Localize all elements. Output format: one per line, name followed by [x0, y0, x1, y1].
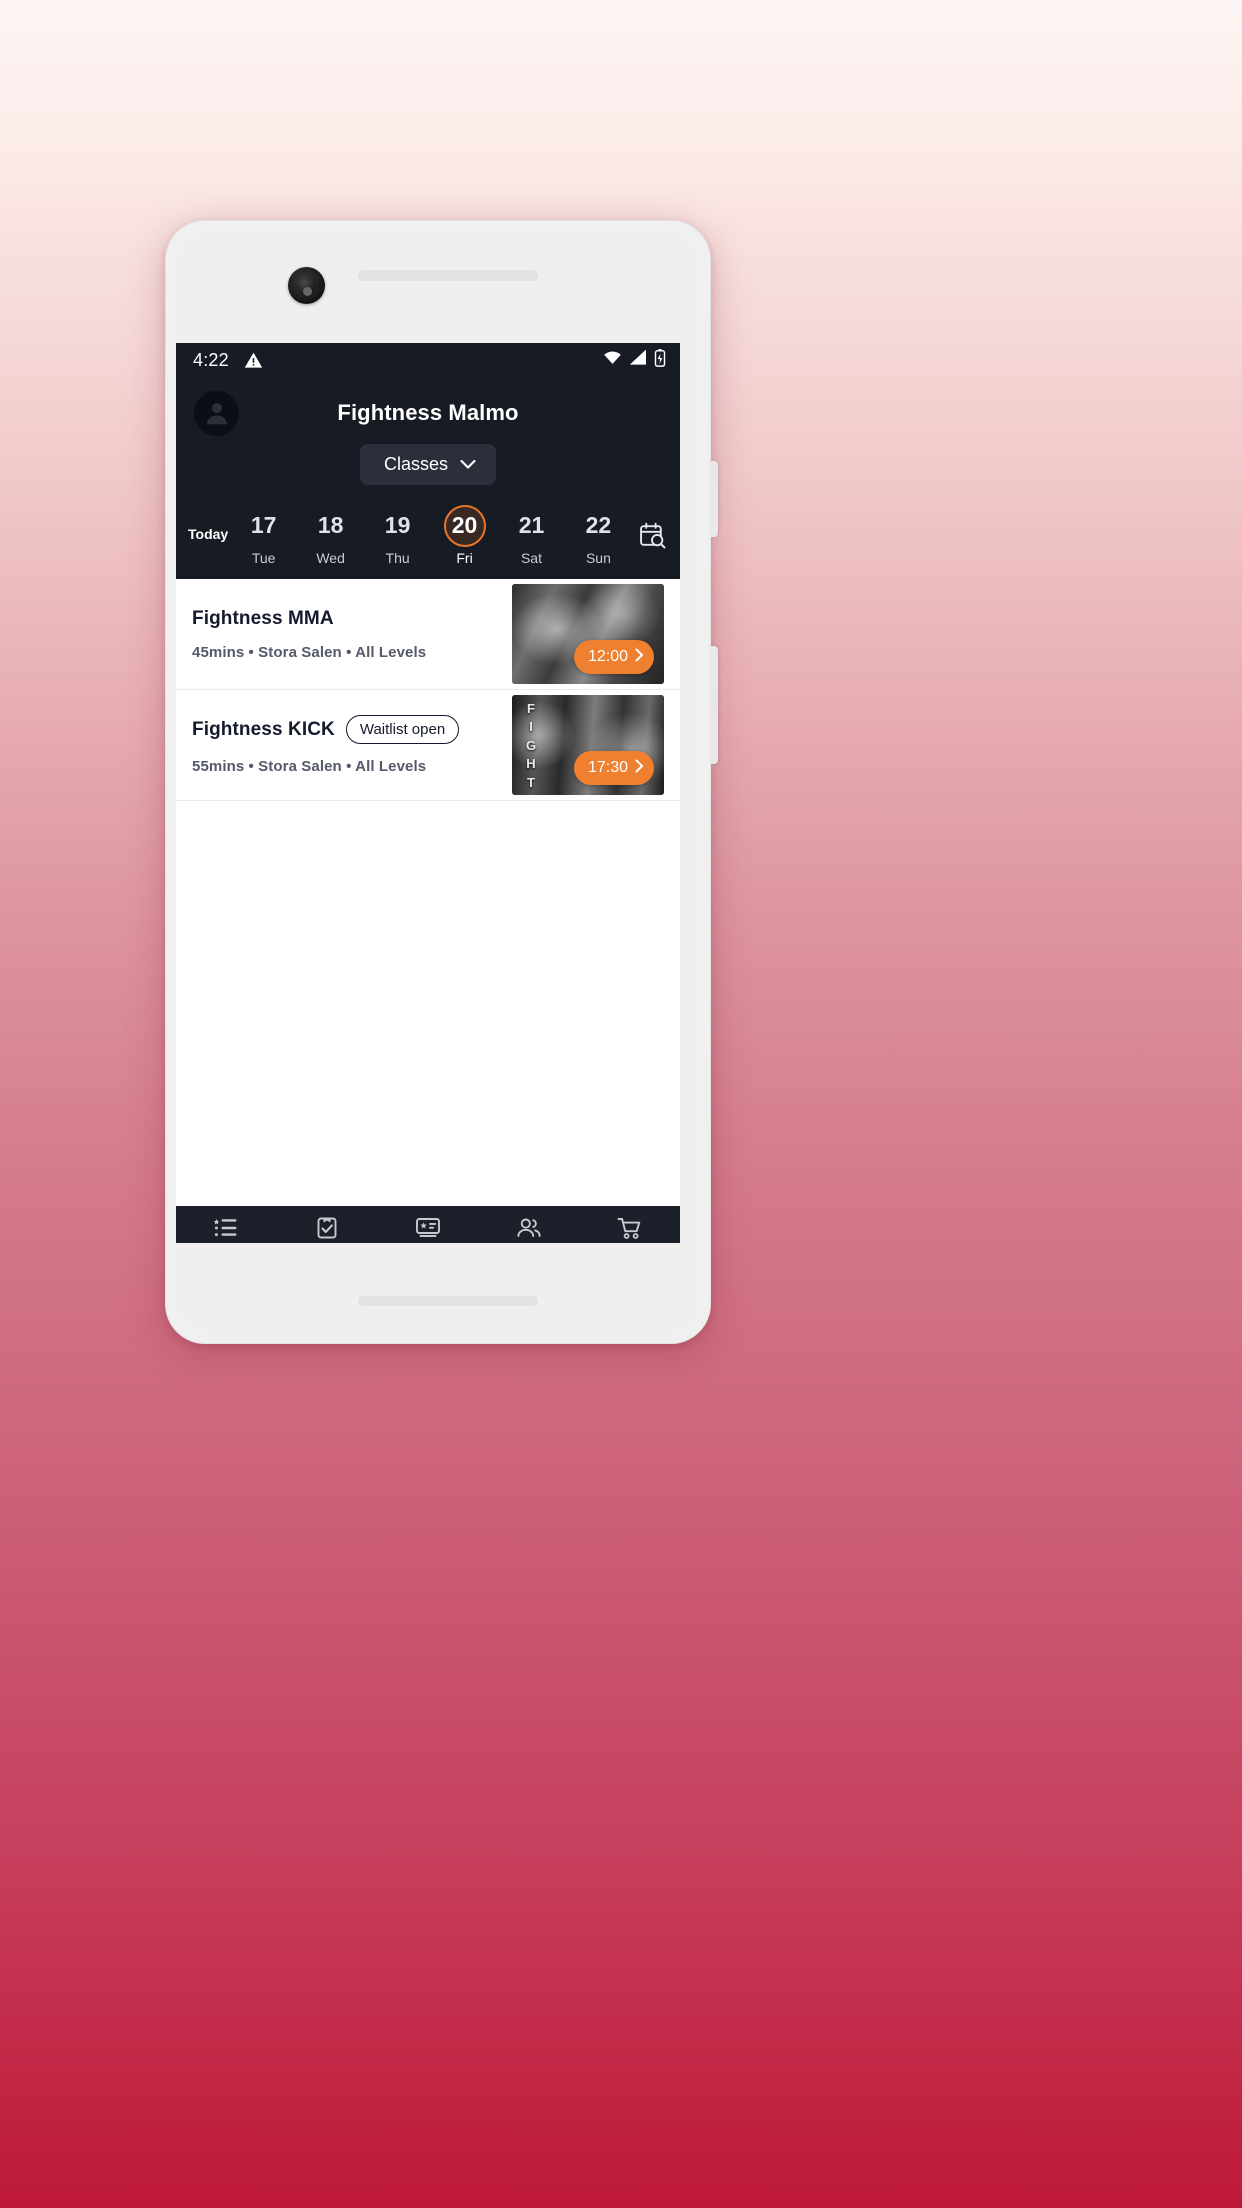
day-number: 20 — [443, 504, 486, 547]
today-label[interactable]: Today — [188, 526, 228, 544]
calendar-search-icon[interactable] — [634, 515, 670, 555]
day-weekday: Thu — [385, 549, 410, 566]
class-title: Fightness MMA — [192, 607, 334, 629]
nav-item-timetable[interactable]: Timetable — [176, 1217, 277, 1243]
day-number: 18 — [317, 512, 344, 538]
class-time-button[interactable]: 12:00 — [573, 640, 654, 674]
class-thumbnail-text: FIGHT — [525, 700, 537, 790]
class-card-kick[interactable]: Fightness KICK Waitlist open 55mins • St… — [176, 690, 680, 801]
empty-list-area — [176, 801, 680, 1206]
status-bar: 4:22 — [176, 343, 680, 377]
membership-card-icon — [415, 1217, 441, 1243]
class-info: Fightness MMA 45mins • Stora Salen • All… — [192, 608, 512, 661]
status-time: 4:22 — [193, 349, 229, 370]
nav-item-memberships[interactable]: Memberships — [378, 1217, 479, 1243]
day-weekday: Fri — [456, 549, 473, 566]
status-badge: Waitlist open — [345, 715, 460, 744]
day-number: 21 — [518, 512, 545, 538]
front-camera-icon — [288, 267, 325, 304]
clipboard-check-icon — [315, 1216, 339, 1243]
page-title: Fightness Malmo — [337, 400, 519, 425]
class-title-row: Fightness KICK Waitlist open — [192, 715, 502, 744]
app-header: Fightness Malmo Classes — [176, 377, 680, 499]
cell-signal-icon — [629, 349, 647, 370]
day-number: 22 — [585, 512, 612, 538]
chevron-right-icon — [635, 648, 644, 667]
day-item-18[interactable]: 18 Wed — [304, 505, 358, 566]
class-title-row: Fightness MMA — [192, 608, 502, 630]
class-title: Fightness KICK — [192, 718, 335, 740]
day-item-19[interactable]: 19 Thu — [371, 505, 425, 566]
nav-item-bookings[interactable]: Bookings — [277, 1216, 378, 1243]
day-item-21[interactable]: 21 Sat — [504, 505, 558, 566]
app-screen: 4:22 Fightness Malmo Classes Today 17 Tu… — [176, 343, 680, 1243]
people-icon — [516, 1217, 542, 1243]
filter-row: Classes — [176, 444, 680, 499]
class-thumbnail[interactable]: 12:00 — [512, 584, 664, 684]
day-weekday: Sun — [585, 549, 611, 566]
class-info: Fightness KICK Waitlist open 55mins • St… — [192, 715, 512, 775]
class-subtitle: 45mins • Stora Salen • All Levels — [192, 643, 427, 661]
phone-bezel: 4:22 Fightness Malmo Classes Today 17 Tu… — [176, 231, 702, 1335]
chevron-down-icon — [460, 454, 476, 475]
person-avatar-icon — [206, 403, 227, 425]
bottom-speaker-grille — [358, 1296, 538, 1306]
volume-button[interactable] — [710, 646, 718, 764]
class-list: Fightness MMA 45mins • Stora Salen • All… — [176, 579, 680, 1206]
day-weekday: Sat — [520, 549, 542, 566]
day-weekday: Tue — [251, 549, 276, 566]
day-number: 17 — [250, 512, 277, 538]
list-star-icon — [213, 1217, 239, 1243]
classes-filter-dropdown[interactable]: Classes — [359, 444, 497, 485]
header-top-row: Fightness Malmo — [176, 382, 680, 444]
classes-filter-label: Classes — [383, 454, 449, 474]
status-icons — [603, 348, 666, 372]
warning-triangle-icon — [244, 351, 263, 370]
day-weekday: Wed — [316, 549, 345, 566]
day-item-20-selected[interactable]: 20 Fri — [438, 504, 492, 566]
day-number: 19 — [384, 512, 411, 538]
class-time-label: 17:30 — [587, 759, 628, 776]
nav-item-store[interactable]: Store — [579, 1217, 680, 1244]
power-button[interactable] — [710, 461, 718, 537]
phone-device: 4:22 Fightness Malmo Classes Today 17 Tu… — [165, 220, 718, 1344]
class-subtitle: 55mins • Stora Salen • All Levels — [192, 758, 427, 775]
class-time-label: 12:00 — [587, 648, 628, 665]
earpiece-speaker — [358, 270, 538, 281]
day-item-17[interactable]: 17 Tue — [237, 505, 291, 566]
battery-charging-icon — [654, 348, 666, 372]
nav-item-community[interactable]: Community — [478, 1217, 579, 1243]
class-thumbnail[interactable]: FIGHT 17:30 — [512, 695, 664, 795]
avatar[interactable] — [194, 390, 239, 436]
class-card-mma[interactable]: Fightness MMA 45mins • Stora Salen • All… — [176, 579, 680, 690]
shopping-cart-icon — [617, 1217, 643, 1244]
bottom-navigation: Timetable Bookings — [176, 1206, 680, 1243]
day-list: 17 Tue 18 Wed 19 Thu 20 Fri 21 Sat 22 Su… — [230, 504, 632, 566]
date-strip: Today 17 Tue 18 Wed 19 Thu 20 Fri 21 Sat… — [176, 499, 680, 579]
class-time-button[interactable]: 17:30 — [573, 751, 654, 785]
day-item-22[interactable]: 22 Sun — [571, 505, 625, 566]
chevron-right-icon — [635, 759, 644, 778]
wifi-icon — [603, 350, 622, 370]
